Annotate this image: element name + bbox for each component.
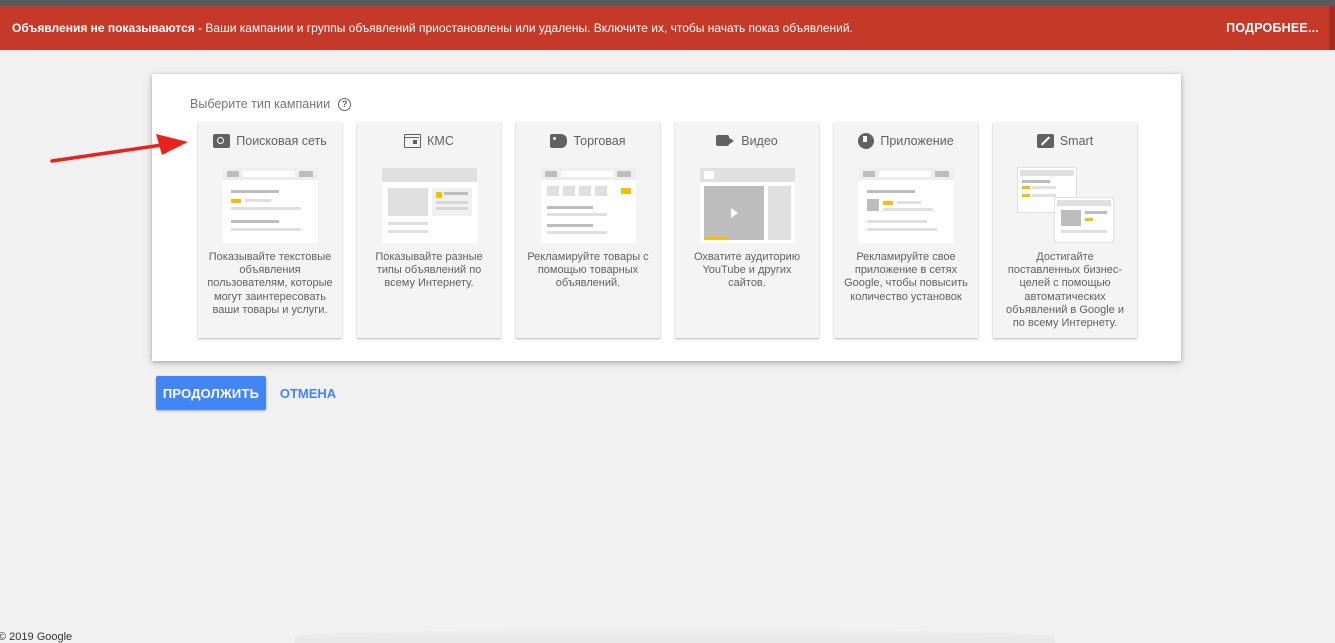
magic-wand-icon — [1036, 133, 1054, 148]
alert-banner: Объявления не показываются - Ваши кампан… — [0, 6, 1335, 50]
card-label: КМС — [427, 133, 454, 148]
tag-icon — [550, 133, 568, 148]
campaign-card-video[interactable]: Видео Охватите аудиторию YouTube и други… — [675, 122, 819, 338]
cancel-button[interactable]: ОТМЕНА — [272, 376, 344, 410]
video-icon — [716, 135, 735, 146]
card-label: Поисковая сеть — [236, 133, 327, 148]
card-description: Достигайте поставленных бизнес-целей с п… — [1005, 251, 1124, 330]
card-header: Smart — [993, 122, 1137, 159]
card-description: Показывайте разные типы объявлений по вс… — [375, 251, 483, 290]
display-icon — [404, 133, 422, 148]
shopping-illustration — [541, 168, 636, 243]
panel-title-text: Выберите тип кампании — [190, 97, 331, 111]
card-label: Торговая — [573, 133, 626, 148]
search-icon — [213, 133, 231, 148]
card-description: Рекламируйте свое приложение в сетях Goo… — [844, 251, 968, 303]
campaign-card-shopping[interactable]: Торговая Рекламируйте товары с помощью т… — [516, 122, 660, 338]
more-details-link[interactable]: ПОДРОБНЕЕ... — [1226, 21, 1323, 35]
campaign-type-panel: Выберите тип кампании ? Поисковая сеть П… — [152, 74, 1181, 361]
card-label: Smart — [1059, 133, 1094, 148]
footer-copyright: © 2019 Google — [0, 631, 73, 643]
card-label: Приложение — [880, 133, 954, 148]
display-illustration — [382, 168, 477, 243]
card-header: Поисковая сеть — [198, 122, 342, 159]
app-illustration — [859, 168, 954, 243]
campaign-card-search[interactable]: Поисковая сеть Показывайте текстовые объ… — [198, 122, 342, 338]
card-header: Торговая — [516, 122, 660, 159]
continue-button[interactable]: ПРОДОЛЖИТЬ — [156, 376, 266, 410]
card-header: Приложение — [834, 122, 978, 159]
campaign-card-smart[interactable]: Smart Достигайте поставленных бизнес-цел… — [993, 122, 1137, 338]
alert-text: - Ваши кампании и группы объявлений прио… — [194, 21, 853, 35]
campaign-card-display[interactable]: КМС Показывайте разные типы объявлений п… — [357, 122, 501, 338]
card-header: Видео — [675, 122, 819, 159]
campaign-type-cards: Поисковая сеть Показывайте текстовые объ… — [198, 122, 1137, 338]
banner-edge — [1329, 6, 1335, 50]
card-label: Видео — [741, 133, 778, 148]
card-description: Показывайте текстовые объявления пользов… — [207, 251, 333, 316]
alert-message: Объявления не показываются - Ваши кампан… — [12, 21, 853, 35]
panel-title: Выберите тип кампании ? — [190, 97, 352, 111]
app-download-icon — [858, 132, 875, 149]
smart-illustration — [1018, 168, 1113, 243]
bottom-shadow — [295, 630, 1055, 643]
card-description: Охватите аудиторию YouTube и других сайт… — [693, 251, 801, 290]
video-illustration — [700, 168, 795, 243]
search-illustration — [223, 168, 318, 243]
annotation-arrow-icon — [50, 134, 188, 163]
alert-title: Объявления не показываются — [12, 21, 195, 35]
card-description: Рекламируйте товары с помощью товарных о… — [527, 251, 649, 290]
campaign-card-app[interactable]: Приложение Рекламируйте свое приложение … — [834, 122, 978, 338]
help-circle-icon[interactable]: ? — [338, 97, 352, 111]
card-header: КМС — [357, 122, 501, 159]
